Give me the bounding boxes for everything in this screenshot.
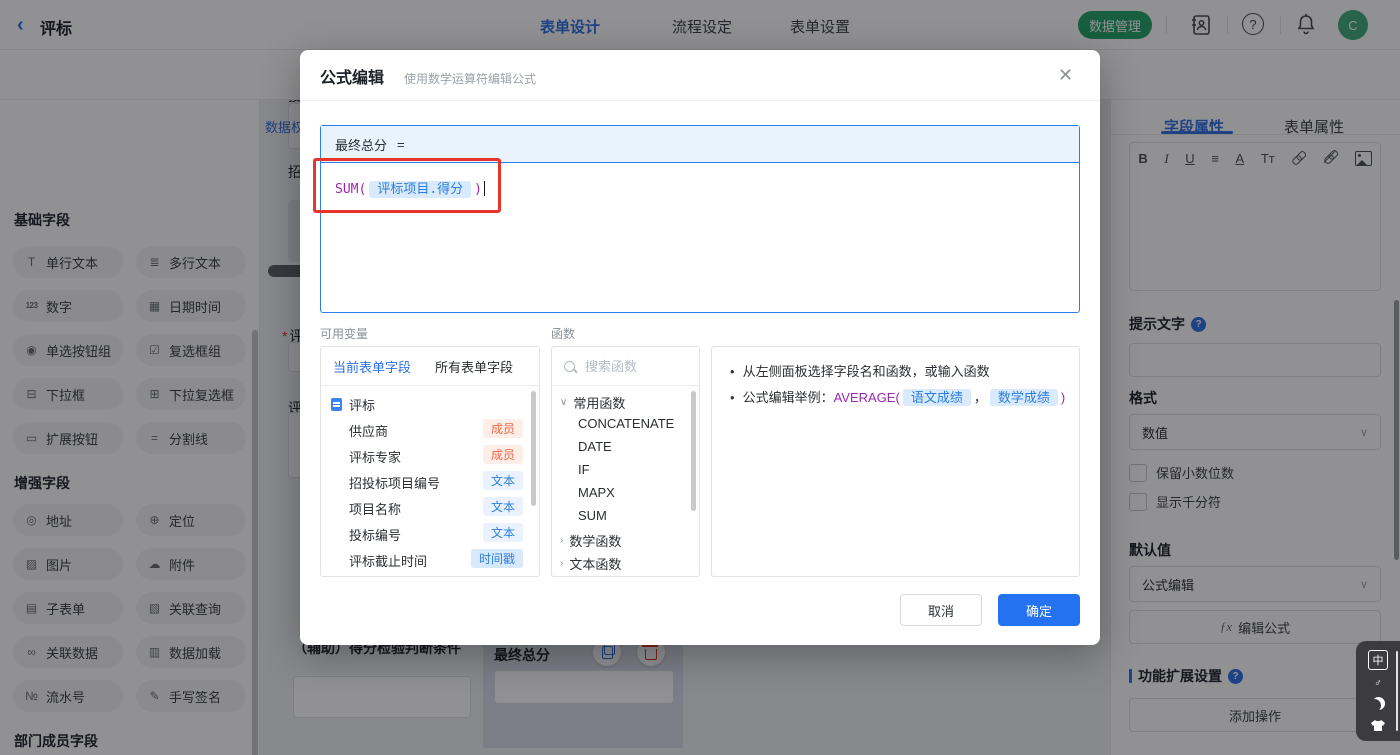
field-type-badge: 文本 (483, 471, 523, 490)
equals-sign: = (397, 137, 405, 152)
open-paren: ( (358, 182, 366, 197)
app-screen: ‹ 评标 表单设计 流程设定 表单设置 数据管理 ? C ⌁ 表单外链 ‹› (0, 0, 1400, 755)
confirm-button[interactable]: 确定 (998, 594, 1080, 626)
formula-expression[interactable]: SUM(评标项目.得分) (335, 178, 485, 197)
functions-panel: ∨常用函数 CONCATENATE DATE IF MAPX SUM ›数学函数… (551, 346, 700, 577)
field-type-badge: 文本 (483, 523, 523, 542)
variables-scrollbar[interactable] (531, 391, 536, 506)
chevron-down-icon: ∨ (560, 397, 567, 408)
floating-widget: 中 ♂ (1356, 641, 1400, 741)
field-type-badge: 成员 (483, 445, 523, 464)
function-search-input[interactable] (583, 358, 677, 375)
tip-line-1: •从左侧面板选择字段名和函数，或输入函数 (730, 361, 990, 380)
function-item-mapx[interactable]: MAPX (578, 485, 615, 500)
close-icon[interactable]: ✕ (1058, 66, 1073, 84)
tips-panel: •从左侧面板选择字段名和函数，或输入函数 •公式编辑举例：AVERAGE(语文成… (711, 346, 1080, 577)
function-group-common[interactable]: ∨常用函数 (560, 393, 625, 412)
field-type-badge: 成员 (483, 419, 523, 438)
variable-row[interactable]: 招投标项目编号 (349, 473, 440, 492)
form-doc-icon (331, 398, 342, 411)
text-cursor (484, 181, 486, 196)
functions-scrollbar[interactable] (691, 391, 696, 511)
example-function-name: AVERAGE (834, 390, 896, 405)
variables-panel: 当前表单字段 所有表单字段 评标 供应商 成员 评标专家 成员 招投标项目编号 … (320, 346, 540, 577)
tab-all-form-fields[interactable]: 所有表单字段 (435, 357, 513, 376)
function-item-concatenate[interactable]: CONCATENATE (578, 416, 674, 431)
tree-root-form[interactable]: 评标 (331, 395, 375, 414)
gender-icon[interactable]: ♂ (1374, 679, 1382, 689)
function-item-if[interactable]: IF (578, 462, 590, 477)
variable-row[interactable]: 评标截止时间 (349, 551, 427, 570)
theme-shirt-icon[interactable] (1370, 719, 1386, 732)
variable-row[interactable]: 评标专家 (349, 447, 401, 466)
field-type-badge: 文本 (483, 497, 523, 516)
function-item-sum[interactable]: SUM (578, 508, 607, 523)
function-group-text[interactable]: ›文本函数 (560, 554, 621, 573)
variable-row[interactable]: 供应商 (349, 421, 388, 440)
search-icon (564, 361, 575, 372)
formula-editor[interactable]: 最终总分 = SUM(评标项目.得分) (320, 125, 1080, 313)
chevron-right-icon: › (560, 558, 563, 569)
functions-caption: 函数 (551, 325, 575, 342)
chevron-right-icon: › (560, 535, 563, 546)
function-search-row (552, 347, 699, 386)
formula-target-band: 最终总分 = (321, 126, 1079, 163)
variable-row[interactable]: 项目名称 (349, 499, 401, 518)
language-icon[interactable]: 中 (1368, 650, 1388, 670)
modal-title: 公式编辑 (320, 64, 384, 88)
formula-edit-modal: 公式编辑 使用数学运算符编辑公式 ✕ 最终总分 = SUM(评标项目.得分) 可… (300, 50, 1100, 645)
divider (300, 100, 1100, 101)
cancel-button[interactable]: 取消 (900, 594, 982, 626)
tip-line-2: •公式编辑举例：AVERAGE(语文成绩，数学成绩) (730, 387, 1065, 406)
tab-current-form-fields[interactable]: 当前表单字段 (333, 357, 411, 376)
field-type-badge: 时间戳 (471, 549, 523, 568)
variable-row[interactable]: 投标编号 (349, 525, 401, 544)
function-item-date[interactable]: DATE (578, 439, 612, 454)
example-field-token: 数学成绩 (990, 389, 1058, 406)
function-name: SUM (335, 182, 358, 197)
variables-tabs: 当前表单字段 所有表单字段 (321, 347, 539, 386)
variables-caption: 可用变量 (320, 325, 368, 342)
widget-scrollbar (1396, 651, 1398, 731)
function-group-math[interactable]: ›数学函数 (560, 531, 621, 550)
example-field-token: 语文成绩 (903, 389, 971, 406)
modal-subtitle: 使用数学运算符编辑公式 (404, 70, 536, 87)
field-token[interactable]: 评标项目.得分 (369, 181, 471, 198)
dark-mode-moon-icon[interactable] (1372, 697, 1385, 710)
formula-target-field: 最终总分 (335, 135, 387, 154)
close-paren: ) (474, 182, 482, 197)
